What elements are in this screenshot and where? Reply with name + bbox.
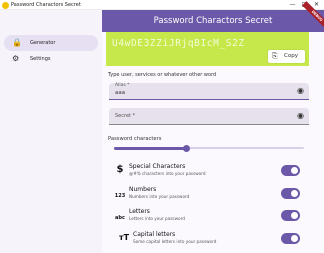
generated-password: U4wDE3ZZiJRjqBIcM_S2Z [112, 38, 245, 49]
letters-icon: abc [115, 215, 125, 221]
slider-active-track [114, 146, 187, 150]
page-title: Password Charactors Secret [153, 16, 273, 26]
app-shield-icon [2, 2, 9, 9]
option-numbers: 123 Numbers Numbers into your password [108, 185, 308, 203]
copy-button[interactable]: ⎘ Copy [268, 50, 305, 63]
option-description: @#% characters into your password [129, 171, 206, 176]
numbers-icon: 123 [114, 193, 126, 199]
option-title: Special Characters [129, 163, 186, 170]
generated-password-panel: U4wDE3ZZiJRjqBIcM_S2Z ⎘ Copy [106, 32, 309, 66]
toggle-knob [291, 190, 298, 197]
password-length-slider[interactable] [114, 144, 304, 152]
alias-field[interactable]: Alias * aaa ◉ [109, 83, 309, 100]
toggle-knob [291, 235, 298, 242]
visibility-off-icon[interactable]: ◉ [297, 111, 304, 121]
numbers-toggle[interactable] [281, 188, 300, 199]
visibility-off-icon[interactable]: ◉ [297, 86, 304, 96]
option-title: Letters [129, 208, 150, 215]
secret-field-label: Secret * [115, 113, 136, 119]
option-description: Numbers into your password [129, 194, 190, 199]
option-title: Numbers [129, 186, 157, 193]
option-description: Some capital letters into your password [133, 239, 217, 244]
app-header: Password Charactors Secret DEBUG [102, 1, 324, 32]
password-characters-label: Password characters [108, 136, 162, 142]
option-description: Letters into your password [129, 216, 185, 221]
option-title: Capital letters [133, 231, 176, 238]
copy-icon: ⎘ [272, 52, 278, 60]
option-capital-letters: ᴛT Capital letters Some capital letters … [112, 230, 308, 248]
capital-letters-toggle[interactable] [281, 233, 300, 244]
sidebar-item-settings[interactable]: ⚙ Settings [4, 51, 98, 67]
window-title: Password Charactors Secret [11, 2, 81, 8]
slider-thumb[interactable] [182, 144, 190, 152]
gear-icon: ⚙ [12, 54, 20, 63]
sidebar-item-generator[interactable]: 🔒 Generator [4, 35, 98, 51]
toggle-knob [291, 167, 298, 174]
toggle-knob [291, 212, 298, 219]
copy-button-label: Copy [284, 53, 298, 59]
input-hint: Type user, services or whatever other wo… [108, 72, 217, 78]
lock-icon: 🔒 [12, 38, 22, 47]
sidebar-item-label: Generator [30, 40, 56, 46]
window-titlebar: Password Charactors Secret — □ ✕ [0, 0, 324, 10]
sidebar-item-label: Settings [30, 56, 51, 62]
special-characters-toggle[interactable] [281, 165, 300, 176]
minimize-icon[interactable]: — [288, 0, 297, 10]
capital-letters-icon: ᴛT [118, 233, 130, 242]
alias-field-value[interactable]: aaa [115, 89, 125, 97]
option-special-characters: $ Special Characters @#% characters into… [108, 162, 308, 180]
secret-field[interactable]: Secret * ◉ [109, 108, 309, 125]
option-letters: abc Letters Letters into your password [108, 207, 308, 225]
sidebar: 🔒 Generator ⚙ Settings [0, 10, 102, 253]
letters-toggle[interactable] [281, 210, 300, 221]
dollar-icon: $ [116, 164, 124, 175]
